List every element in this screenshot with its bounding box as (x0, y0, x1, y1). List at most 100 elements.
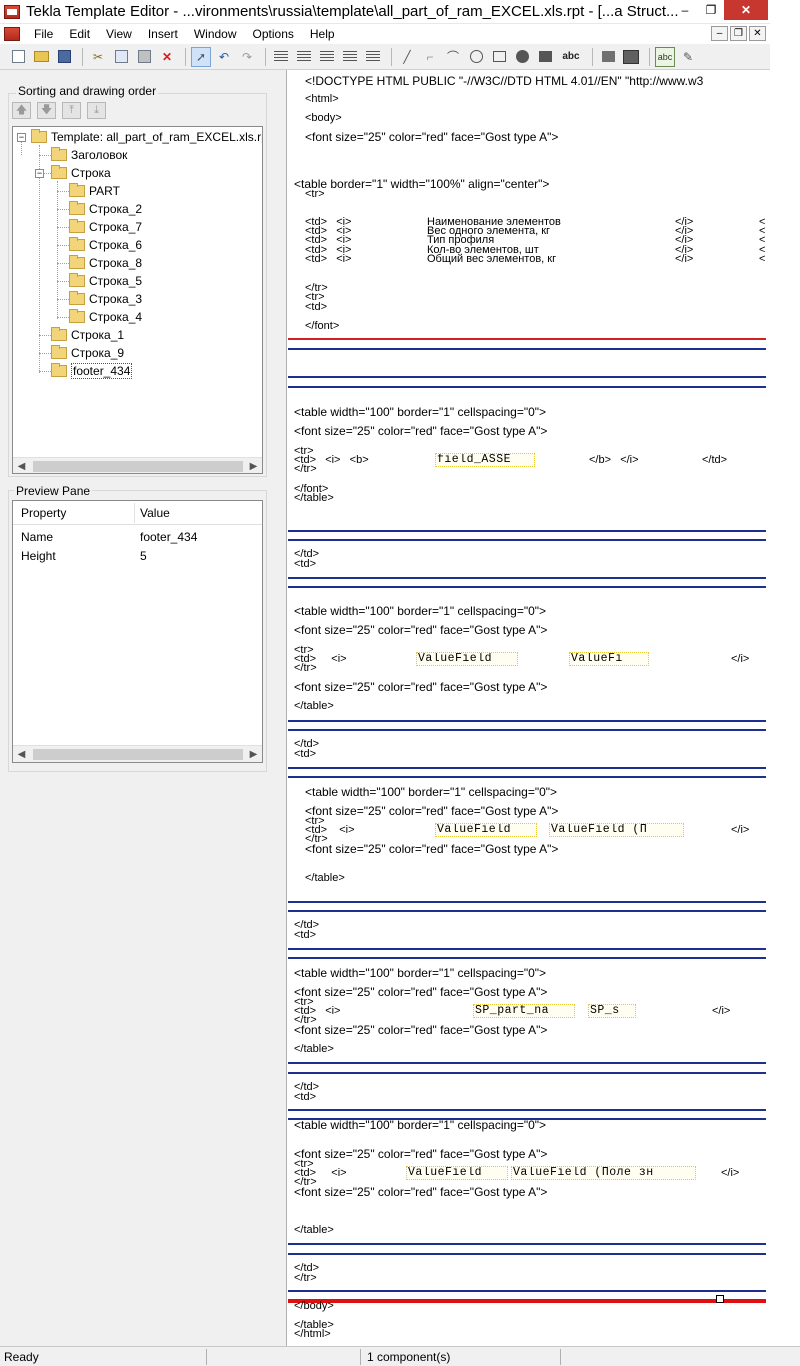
picture-icon[interactable] (598, 47, 618, 67)
column-value[interactable]: Value (140, 506, 170, 520)
value-field[interactable]: ValueField (406, 1166, 508, 1180)
preview-horizontal-scrollbar[interactable]: ◀ ▶ (13, 745, 262, 762)
save-icon[interactable] (54, 47, 74, 67)
code-line[interactable]: <td> (294, 748, 316, 760)
value-field[interactable]: field_ASSE (435, 453, 535, 467)
code-line[interactable]: </i> (731, 653, 749, 665)
code-line[interactable]: <tr> (305, 188, 325, 200)
code-line[interactable]: <td> (294, 558, 316, 570)
tree-node-stroka-4[interactable]: Строка_4 (69, 309, 142, 325)
mdi-minimize-button[interactable]: – (711, 26, 728, 41)
tekla-app-icon[interactable] (4, 4, 20, 19)
tree-node-footer-434[interactable]: footer_434 (51, 363, 133, 379)
section-separator[interactable] (288, 776, 766, 778)
rectangle-icon[interactable] (489, 47, 509, 67)
cut-icon[interactable]: ✂ (88, 47, 108, 67)
code-line[interactable]: <td> (305, 301, 327, 313)
selected-footer-separator[interactable] (288, 1299, 766, 1303)
insert-footer-icon[interactable] (363, 47, 383, 67)
code-line[interactable]: </html> (294, 1328, 331, 1340)
section-separator[interactable] (288, 376, 766, 378)
select-pointer-icon[interactable]: ➚ (191, 46, 211, 67)
code-line[interactable]: </table> (294, 492, 334, 504)
menu-view[interactable]: View (98, 27, 140, 41)
code-line[interactable]: <td> <i> (305, 253, 351, 265)
code-line[interactable]: </font> (305, 320, 339, 332)
code-line[interactable]: <table width="100" border="1" cellspacin… (294, 405, 546, 419)
polyline-icon[interactable]: ⌐ (420, 47, 440, 67)
value-name[interactable]: footer_434 (140, 530, 197, 544)
close-button[interactable]: ✕ (724, 0, 768, 20)
value-field[interactable]: ValueField (435, 823, 537, 837)
header-text[interactable]: Общий вес элементов, кг (427, 253, 556, 265)
code-line[interactable]: <td> (294, 1091, 316, 1103)
value-field[interactable]: ValueField (П (549, 823, 684, 837)
mdi-restore-button[interactable]: ❐ (730, 26, 747, 41)
value-field[interactable]: SP_s (588, 1004, 636, 1018)
menu-file[interactable]: File (26, 27, 61, 41)
tree-node-stroka-5[interactable]: Строка_5 (69, 273, 142, 289)
resize-handle[interactable] (716, 1295, 724, 1303)
column-property[interactable]: Property (21, 506, 66, 520)
code-line[interactable]: <font size="25" color="red" face="Gost t… (294, 1185, 547, 1199)
section-separator[interactable] (288, 348, 766, 350)
section-separator[interactable] (288, 539, 766, 541)
code-line[interactable]: <font size="25" color="red" face="Gost t… (294, 680, 547, 694)
tree-node-stroka-9[interactable]: Строка_9 (51, 345, 124, 361)
code-line[interactable]: </table> (305, 872, 345, 884)
code-line[interactable]: </table> (294, 1043, 334, 1055)
section-separator[interactable] (288, 910, 766, 912)
move-up-icon[interactable]: 🡅 (12, 102, 31, 119)
tree-node-stroka[interactable]: Строка (51, 165, 111, 181)
value-field[interactable]: ValueFi (569, 652, 649, 666)
code-line[interactable]: </table> (294, 1224, 334, 1236)
menu-window[interactable]: Window (186, 27, 245, 41)
code-line[interactable]: <td> (294, 929, 316, 941)
value-field[interactable]: ValueField (Поле зн (511, 1166, 696, 1180)
scroll-left-icon[interactable]: ◀ (14, 747, 29, 762)
code-line[interactable]: </i> (675, 253, 693, 265)
tree-node-stroka-8[interactable]: Строка_8 (69, 255, 142, 271)
code-line[interactable]: </tr> (294, 1272, 317, 1284)
insert-page-footer-icon[interactable] (340, 47, 360, 67)
menu-options[interactable]: Options (245, 27, 302, 41)
paste-icon[interactable] (134, 47, 154, 67)
code-line[interactable]: <table width="100" border="1" cellspacin… (305, 785, 557, 799)
code-line[interactable]: </td> (702, 454, 727, 466)
code-line[interactable]: < (759, 253, 765, 265)
value-field[interactable]: SP_part_na (473, 1004, 575, 1018)
scroll-left-icon[interactable]: ◀ (14, 459, 29, 473)
symbol-icon[interactable] (621, 47, 641, 67)
code-line[interactable]: <font size="25" color="red" face="Gost t… (305, 130, 558, 144)
section-separator[interactable] (288, 338, 766, 340)
text-icon[interactable]: abc (558, 47, 584, 67)
section-separator[interactable] (288, 1253, 766, 1255)
undo-icon[interactable]: ↶ (214, 47, 234, 67)
section-separator[interactable] (288, 729, 766, 731)
section-separator[interactable] (288, 1109, 766, 1111)
insert-page-header-icon[interactable] (294, 47, 314, 67)
insert-header-icon[interactable] (271, 47, 291, 67)
arc-icon[interactable]: ⌒ (443, 47, 463, 67)
section-separator[interactable] (288, 948, 766, 950)
code-line[interactable]: <font size="25" color="red" face="Gost t… (294, 424, 547, 438)
template-editor-canvas[interactable]: <!DOCTYPE HTML PUBLIC "-//W3C//DTD HTML … (288, 70, 766, 1346)
code-line[interactable]: <font size="25" color="red" face="Gost t… (294, 623, 547, 637)
mdi-close-button[interactable]: ✕ (749, 26, 766, 41)
code-line[interactable]: </i> (712, 1005, 730, 1017)
code-line[interactable]: </body> (294, 1300, 334, 1312)
tree-collapse-icon[interactable]: − (35, 169, 44, 178)
code-line[interactable]: <font size="25" color="red" face="Gost t… (305, 842, 558, 856)
value-field[interactable]: ValueField (416, 652, 518, 666)
document-icon[interactable] (4, 27, 20, 41)
code-line[interactable]: <!DOCTYPE HTML PUBLIC "-//W3C//DTD HTML … (305, 74, 703, 88)
code-line[interactable]: <body> (305, 112, 342, 124)
scroll-right-icon[interactable]: ▶ (246, 747, 261, 762)
edit-pencil-icon[interactable]: ✎ (678, 47, 698, 67)
tree-node-stroka-2[interactable]: Строка_2 (69, 201, 142, 217)
code-line[interactable]: <html> (305, 93, 339, 105)
section-separator[interactable] (288, 1290, 766, 1292)
tree-horizontal-scrollbar[interactable]: ◀ ▶ (13, 457, 262, 473)
filled-rectangle-icon[interactable] (535, 47, 555, 67)
code-line[interactable]: <table width="100" border="1" cellspacin… (294, 966, 546, 980)
